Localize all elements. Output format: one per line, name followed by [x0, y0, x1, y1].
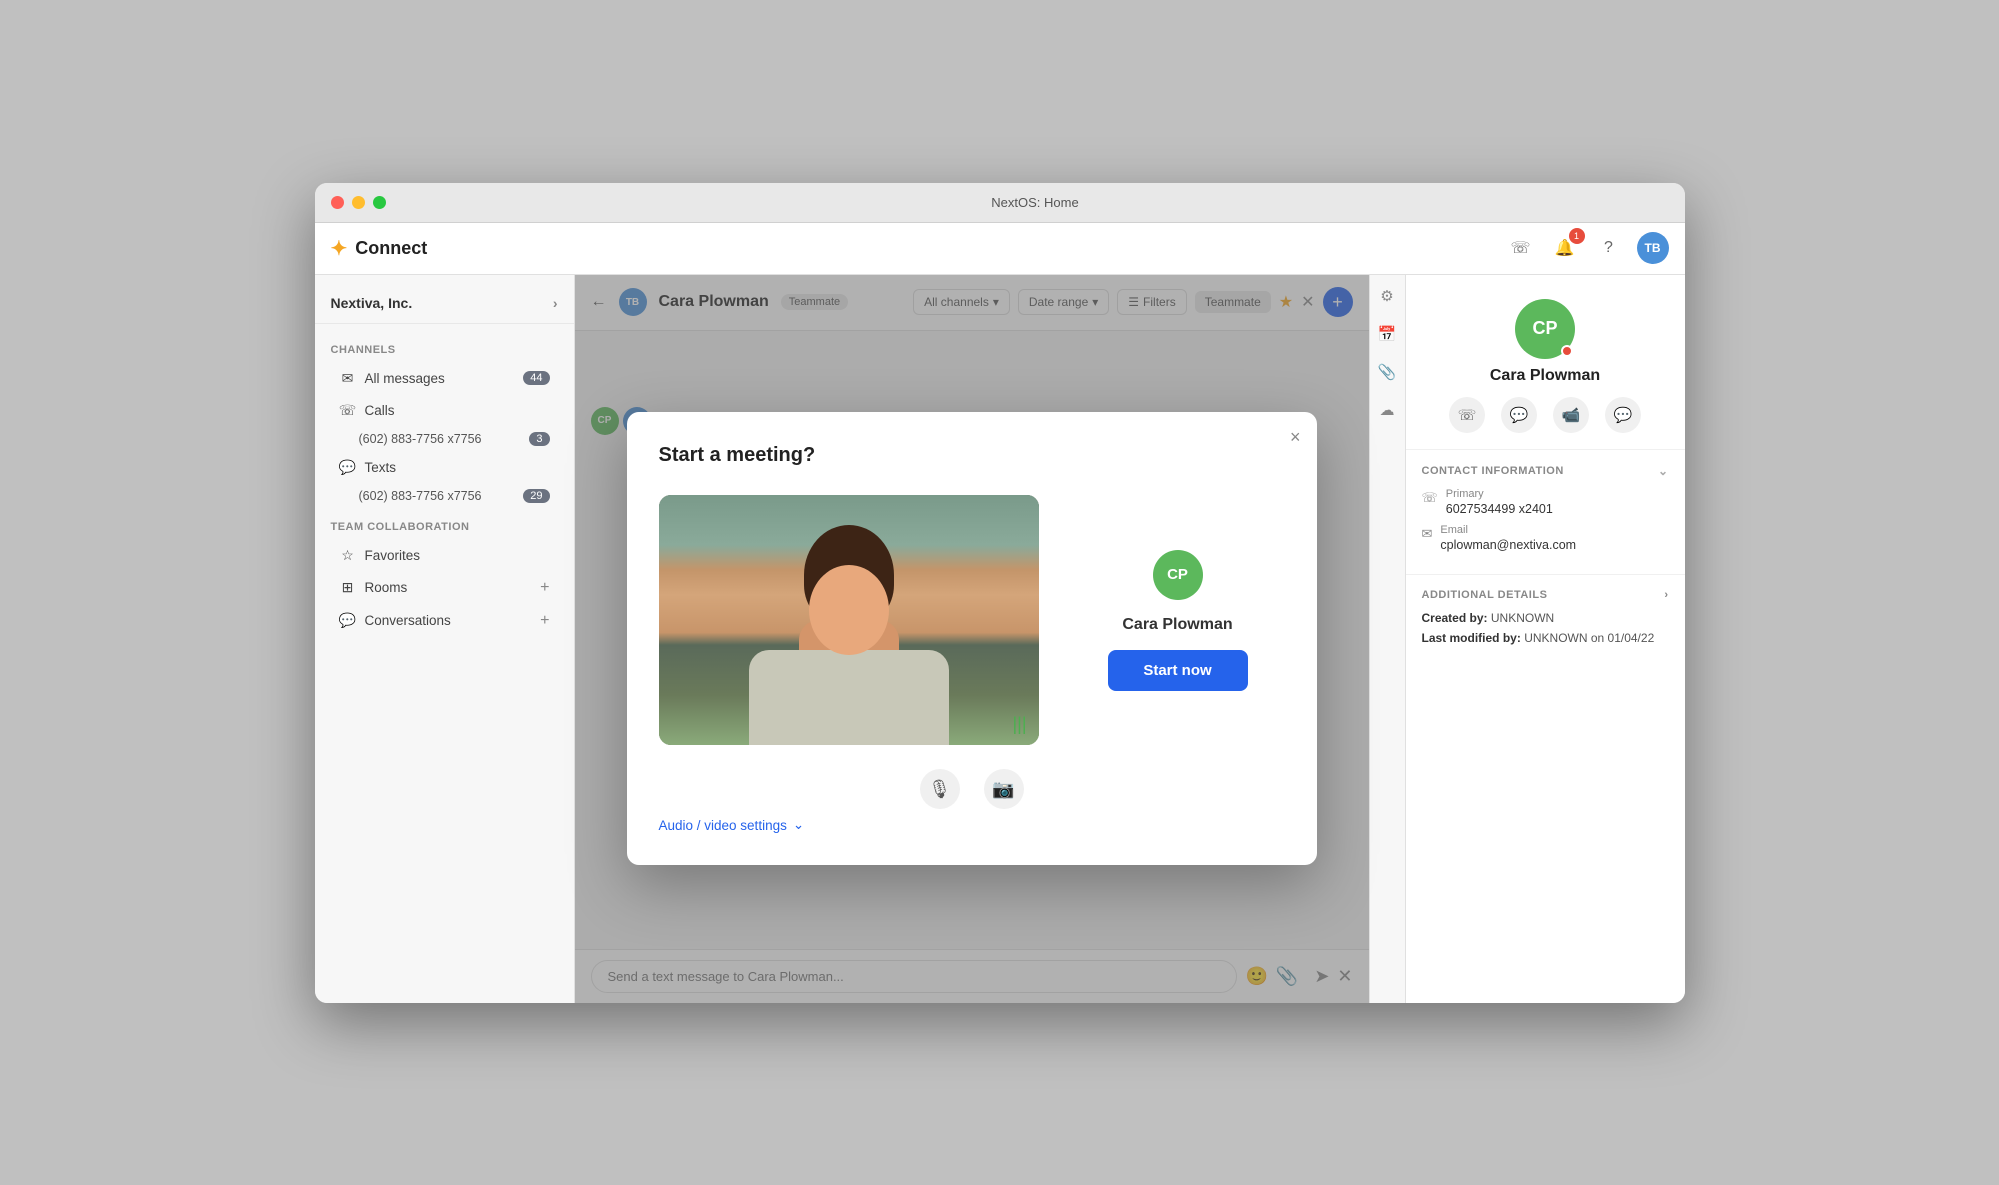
- channels-section-label: Channels: [315, 332, 574, 362]
- online-status-dot: [1561, 345, 1573, 357]
- titlebar: NextOS: Home: [315, 183, 1685, 223]
- sidebar-item-rooms[interactable]: ⊞ Rooms +: [323, 572, 566, 604]
- audio-indicator: |||: [1012, 714, 1026, 735]
- settings-panel-icon[interactable]: ⚙: [1380, 287, 1393, 305]
- app-logo: ✦ Connect: [331, 236, 428, 261]
- user-avatar[interactable]: TB: [1637, 232, 1669, 264]
- settings-chevron-icon: ⌄: [793, 817, 804, 833]
- modal-overlay: Start a meeting? ×: [575, 275, 1369, 1003]
- email-info-icon: ✉: [1422, 526, 1433, 542]
- sidebar-sub-calls-number[interactable]: (602) 883-7756 x7756 3: [323, 427, 566, 451]
- conversations-add-button[interactable]: +: [540, 612, 549, 630]
- texts-count-badge: 29: [523, 489, 549, 503]
- app-name: Connect: [355, 238, 427, 259]
- fullscreen-button[interactable]: [373, 196, 386, 209]
- microphone-button[interactable]: 🎙: [920, 769, 960, 809]
- sidebar-sub-texts-number[interactable]: (602) 883-7756 x7756 29: [323, 484, 566, 508]
- traffic-lights: [331, 196, 386, 209]
- additional-chevron-icon: ›: [1664, 589, 1668, 601]
- video-bg: [659, 495, 1039, 745]
- callee-avatar: CP: [1153, 550, 1203, 600]
- right-sidebar-icons: ⚙ 📅 📎 ☁: [1369, 275, 1405, 1003]
- person-video: [659, 495, 1039, 745]
- chat-contact-button[interactable]: 💬: [1605, 397, 1641, 433]
- primary-phone-info: Primary 6027534499 x2401: [1446, 488, 1553, 516]
- contact-panel-name: Cara Plowman: [1490, 367, 1600, 385]
- start-meeting-button[interactable]: Start now: [1108, 650, 1248, 691]
- window-title: NextOS: Home: [402, 195, 1669, 210]
- additional-details-header[interactable]: ADDITIONAL DETAILS ›: [1422, 589, 1669, 601]
- notification-badge: 1: [1569, 228, 1585, 244]
- contact-panel-top: CP Cara Plowman ☏ 💬 📹 💬: [1406, 275, 1685, 450]
- attach-panel-icon[interactable]: 📎: [1378, 363, 1397, 381]
- team-section-label: Team collaboration: [315, 509, 574, 539]
- call-contact-button[interactable]: ☏: [1449, 397, 1485, 433]
- camera-icon: 📷: [992, 779, 1014, 800]
- callee-name: Cara Plowman: [1122, 616, 1232, 634]
- sidebar-item-conversations[interactable]: 💬 Conversations +: [323, 605, 566, 637]
- face-shape: [809, 565, 889, 655]
- created-by-row: Created by: UNKNOWN: [1422, 611, 1669, 625]
- minimize-button[interactable]: [352, 196, 365, 209]
- sidebar: Nextiva, Inc. › Channels ✉ All messages …: [315, 275, 575, 1003]
- modal-close-button[interactable]: ×: [1290, 428, 1301, 446]
- meeting-modal: Start a meeting? ×: [627, 412, 1317, 865]
- audio-video-settings-link[interactable]: Audio / video settings ⌄: [659, 817, 1285, 833]
- modal-right: CP Cara Plowman Start now: [1071, 550, 1285, 691]
- email-info: Email cplowman@nextiva.com: [1440, 524, 1576, 552]
- sidebar-item-all-messages[interactable]: ✉ All messages 44: [323, 363, 566, 394]
- modal-content: ||| CP Cara Plowman Start now: [659, 495, 1285, 745]
- right-panel: CP Cara Plowman ☏ 💬 📹 💬 CONTACT INFORMAT…: [1405, 275, 1685, 1003]
- body-shape: [749, 650, 949, 745]
- calendar-icon[interactable]: 📅: [1378, 325, 1397, 343]
- mail-icon: ✉: [339, 370, 357, 387]
- contact-info-section: CONTACT INFORMATION ⌄ ☏ Primary 60275344…: [1406, 450, 1685, 575]
- modal-title: Start a meeting?: [659, 444, 1285, 467]
- camera-button[interactable]: 📷: [984, 769, 1024, 809]
- close-button[interactable]: [331, 196, 344, 209]
- modified-by-row: Last modified by: UNKNOWN on 01/04/22: [1422, 631, 1669, 645]
- video-preview: |||: [659, 495, 1039, 745]
- company-chevron-icon[interactable]: ›: [553, 295, 558, 311]
- additional-details-section: ADDITIONAL DETAILS › Created by: UNKNOWN…: [1406, 575, 1685, 665]
- text-icon: 💬: [339, 459, 357, 476]
- message-contact-button[interactable]: 💬: [1501, 397, 1537, 433]
- calls-count-badge: 3: [529, 432, 549, 446]
- app-window: NextOS: Home ✦ Connect ☏ 🔔 1 ? TB: [315, 183, 1685, 1003]
- contact-info-header[interactable]: CONTACT INFORMATION ⌄: [1422, 464, 1669, 478]
- sidebar-item-favorites[interactable]: ☆ Favorites: [323, 540, 566, 571]
- help-button[interactable]: ?: [1593, 232, 1625, 264]
- star-icon: ☆: [339, 547, 357, 564]
- content-area: ← TB Cara Plowman Teammate All channels …: [575, 275, 1369, 1003]
- conversations-icon: 💬: [339, 612, 357, 629]
- top-bar: ✦ Connect ☏ 🔔 1 ? TB: [315, 223, 1685, 275]
- cloud-icon[interactable]: ☁: [1380, 401, 1395, 419]
- rooms-icon: ⊞: [339, 579, 357, 596]
- contact-actions: ☏ 💬 📹 💬: [1449, 397, 1641, 433]
- logo-icon: ✦: [331, 236, 348, 261]
- video-contact-button[interactable]: 📹: [1553, 397, 1589, 433]
- sidebar-item-calls[interactable]: ☏ Calls: [323, 395, 566, 426]
- top-bar-right: ☏ 🔔 1 ? TB: [1505, 232, 1669, 264]
- primary-phone-row: ☏ Primary 6027534499 x2401: [1422, 488, 1669, 516]
- phone-icon-button[interactable]: ☏: [1505, 232, 1537, 264]
- phone-icon: ☏: [339, 402, 357, 419]
- company-name[interactable]: Nextiva, Inc. ›: [315, 287, 574, 324]
- contact-info-chevron-icon: ⌄: [1658, 464, 1669, 478]
- rooms-add-button[interactable]: +: [540, 579, 549, 597]
- mic-icon: 🎙: [928, 779, 951, 800]
- main-layout: Nextiva, Inc. › Channels ✉ All messages …: [315, 275, 1685, 1003]
- notification-button[interactable]: 🔔 1: [1549, 232, 1581, 264]
- all-messages-badge: 44: [523, 371, 549, 385]
- contact-panel-avatar: CP: [1515, 299, 1575, 359]
- email-row: ✉ Email cplowman@nextiva.com: [1422, 524, 1669, 552]
- sidebar-item-texts[interactable]: 💬 Texts: [323, 452, 566, 483]
- phone-info-icon: ☏: [1422, 490, 1438, 506]
- modal-controls: 🎙 📷: [659, 769, 1285, 809]
